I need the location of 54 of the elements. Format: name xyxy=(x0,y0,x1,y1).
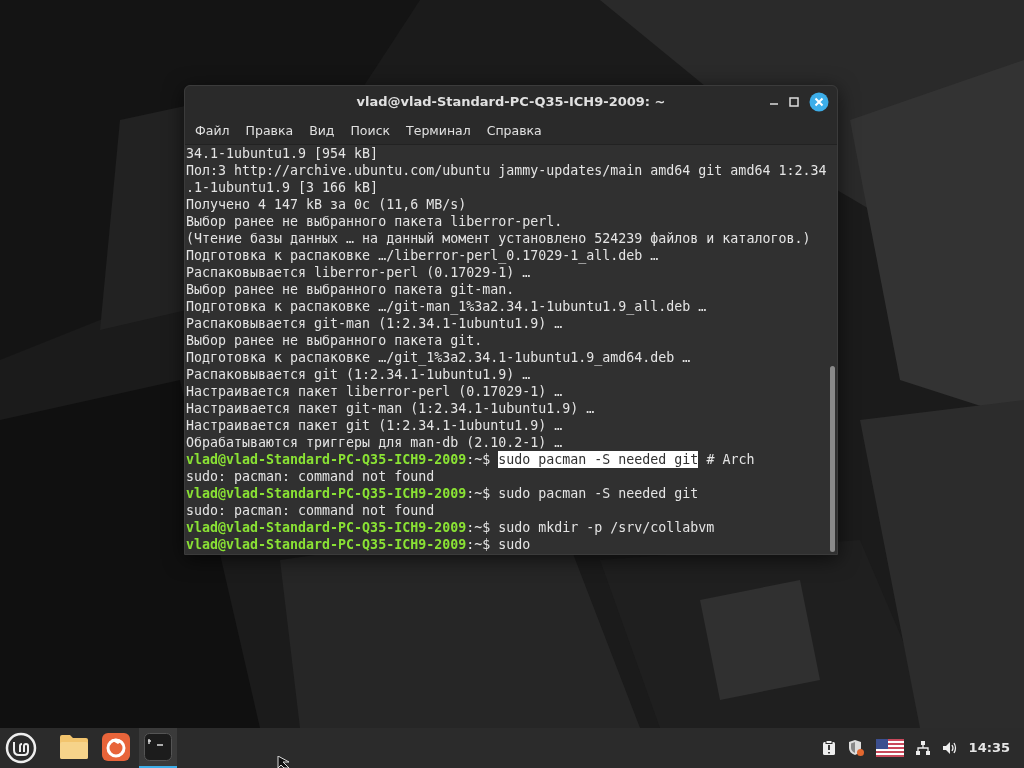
menu-item[interactable]: Поиск xyxy=(342,121,399,141)
browser-icon[interactable] xyxy=(102,733,130,761)
menu-item[interactable]: Терминал xyxy=(398,121,479,141)
terminal-output-line: sudo: pacman: command not found xyxy=(186,502,436,519)
terminal-output-line: Выбор ранее не выбранного пакета git. xyxy=(186,332,484,349)
clipboard-alert-icon[interactable] xyxy=(821,740,836,756)
menu-item[interactable]: Вид xyxy=(301,121,343,141)
network-icon[interactable] xyxy=(914,740,931,756)
close-icon[interactable] xyxy=(809,92,829,112)
menu-item[interactable]: Правка xyxy=(237,121,302,141)
mouse-pointer-icon xyxy=(277,756,291,768)
command-text: sudo xyxy=(498,536,531,553)
prompt-user: vlad@vlad-Standard-PC-Q35-ICH9-2009 xyxy=(186,536,467,553)
terminal-output-line: Настраивается пакет git (1:2.34.1-1ubuntu1.9) … xyxy=(186,417,564,434)
terminal-output-line: sudo: pacman: command not found xyxy=(186,468,436,485)
terminal-output-line: Распаковывается git (1:2.34.1-1ubuntu1.9) … xyxy=(186,366,532,383)
terminal-output-line: Обрабатываются триггеры для man-db (2.10.2-1) … xyxy=(186,434,564,451)
scrollbar-thumb[interactable] xyxy=(830,366,835,552)
prompt-path: :~$ xyxy=(466,485,491,502)
command-text: sudo pacman -S needed git xyxy=(498,451,699,468)
volume-icon[interactable] xyxy=(941,741,958,755)
us-flag-icon[interactable] xyxy=(875,739,904,757)
prompt-user: vlad@vlad-Standard-PC-Q35-ICH9-2009 xyxy=(186,519,467,536)
terminal-output-line: 34.1-1ubuntu1.9 [954 kB] xyxy=(186,145,380,162)
command-text: sudo pacman -S needed git xyxy=(498,485,699,502)
terminal-output-line: Распаковывается git-man (1:2.34.1-1ubuntu1.9) … xyxy=(186,315,564,332)
prompt-path: :~$ xyxy=(466,451,491,468)
prompt-path: :~$ xyxy=(466,536,491,553)
terminal-output-line: Получено 4 147 kB за 0c (11,6 MB/s) xyxy=(186,196,468,213)
command-text: sudo mkdir -p /srv/collabvm xyxy=(498,519,715,536)
prompt-user: vlad@vlad-Standard-PC-Q35-ICH9-2009 xyxy=(186,451,467,468)
terminal-output-line: .1-1ubuntu1.9 [3 166 kB] xyxy=(186,179,380,196)
window-title: vlad@vlad-Standard-PC-Q35-ICH9-2009: ~ xyxy=(356,93,666,112)
clock[interactable]: 14:35 xyxy=(968,738,1010,758)
maximize-icon[interactable] xyxy=(789,97,799,107)
command-comment: # Arch xyxy=(706,451,755,468)
terminal-icon[interactable] xyxy=(144,733,172,761)
terminal-output-line: Подготовка к распаковке …/liberror-perl_0.17029-1_all.deb … xyxy=(186,247,660,264)
menu-item[interactable]: Справка xyxy=(478,121,550,141)
menu-item[interactable]: Файл xyxy=(187,121,238,141)
terminal-output-line: (Чтение базы данных … на данный момент установлено 524239 файлов и каталогов.) xyxy=(186,230,812,247)
terminal-output-line: Настраивается пакет git-man (1:2.34.1-1ubuntu1.9) … xyxy=(186,400,596,417)
terminal-output-line: Подготовка к распаковке …/git-man_1%3a2.34.1-1ubuntu1.9_all.deb … xyxy=(186,298,708,315)
prompt-path: :~$ xyxy=(466,519,491,536)
prompt-user: vlad@vlad-Standard-PC-Q35-ICH9-2009 xyxy=(186,485,467,502)
terminal-output-line: Настраивается пакет liberror-perl (0.17029-1) … xyxy=(186,383,564,400)
terminal-output-line: Выбор ранее не выбранного пакета liberror-perl. xyxy=(186,213,564,230)
terminal-output-line: Подготовка к распаковке …/git_1%3a2.34.1-1ubuntu1.9_amd64.deb … xyxy=(186,349,692,366)
terminal-output-line: Выбор ранее не выбранного пакета git-man. xyxy=(186,281,516,298)
terminal-output-line: Распаковывается liberror-perl (0.17029-1) … xyxy=(186,264,532,281)
menu-logo-icon[interactable] xyxy=(5,732,37,764)
folder-icon[interactable] xyxy=(59,734,89,760)
terminal-output-line: Пол:3 http://archive.ubuntu.com/ubuntu jammy-updates/main amd64 git amd64 1:2.34 xyxy=(186,162,827,179)
shield-icon[interactable] xyxy=(846,739,865,757)
